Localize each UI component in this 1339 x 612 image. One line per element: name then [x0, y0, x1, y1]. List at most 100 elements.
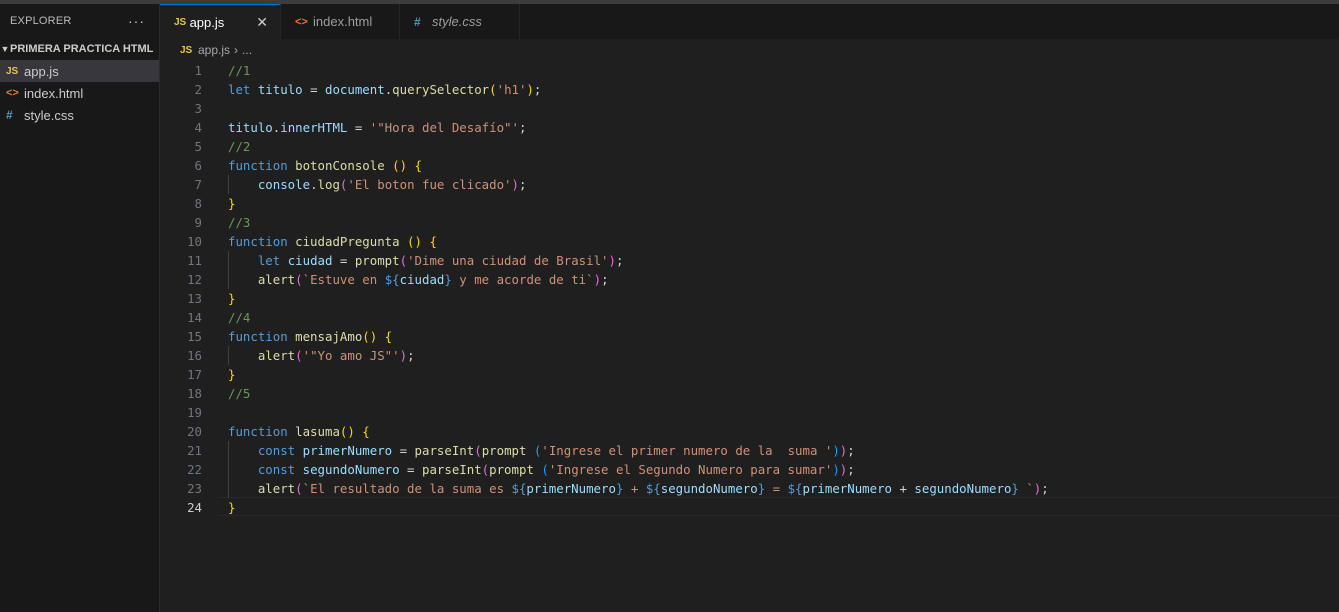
- code-token: (: [489, 82, 497, 97]
- code-token: titulo: [228, 120, 273, 135]
- code-line[interactable]: 7 console.log('El boton fue clicado');: [160, 175, 1339, 194]
- code-line[interactable]: 4 titulo.innerHTML = '"Hora del Desafío"'…: [160, 118, 1339, 137]
- code-line[interactable]: 1 //1: [160, 61, 1339, 80]
- javascript-file-icon: JS: [6, 65, 19, 77]
- code-token: }: [444, 272, 452, 287]
- code-token: ;: [601, 272, 609, 287]
- code-line[interactable]: 17}: [160, 365, 1339, 384]
- code-line[interactable]: 12 alert(`Estuve en ${ciudad} y me acord…: [160, 270, 1339, 289]
- code-token: prompt: [354, 253, 400, 268]
- code-token: //1: [228, 63, 251, 78]
- tab-label: index.html: [313, 14, 373, 29]
- folder-label: PRIMERA PRACTICA HTML: [10, 43, 154, 55]
- breadcrumb: JS app.js › ...: [180, 41, 252, 59]
- chevron-down-icon[interactable]: ▼: [0, 44, 10, 54]
- line-number: 1: [194, 63, 202, 78]
- code-token: }: [228, 367, 236, 382]
- breadcrumb-rest[interactable]: ...: [242, 43, 252, 57]
- more-actions-icon[interactable]: ···: [128, 14, 145, 28]
- code-token: =: [765, 481, 788, 496]
- tab-index-html[interactable]: <> index.html: [281, 4, 400, 39]
- code-token: parseInt: [421, 462, 482, 477]
- code-line[interactable]: 23 alert(`El resultado de la suma es ${p…: [160, 479, 1339, 498]
- code-token: innerHTML: [280, 120, 348, 135]
- code-line[interactable]: 9 //3: [160, 213, 1339, 232]
- code-token: ciudad: [399, 272, 445, 287]
- line-number: 19: [187, 405, 202, 420]
- code-token: titulo: [257, 82, 303, 97]
- code-token: (: [541, 462, 549, 477]
- explorer-title: EXPLORER: [10, 15, 72, 27]
- code-editor[interactable]: 1 //1 2 let titulo = document.querySelector…: [160, 61, 1339, 612]
- html-file-icon: <>: [295, 15, 308, 28]
- code-token: `Estuve en: [302, 272, 385, 287]
- code-line[interactable]: 10 function ciudadPregunta () {: [160, 232, 1339, 251]
- code-line[interactable]: 18 //5: [160, 384, 1339, 403]
- code-token: primerNumero: [802, 481, 893, 496]
- code-token: ciudad: [287, 253, 333, 268]
- file-item-app-js[interactable]: JS app.js: [0, 60, 159, 82]
- line-number: 4: [194, 120, 202, 135]
- close-icon[interactable]: ✕: [256, 14, 268, 31]
- code-token: ${: [787, 481, 803, 496]
- code-line[interactable]: 13}: [160, 289, 1339, 308]
- code-line[interactable]: 19: [160, 403, 1339, 422]
- code-line[interactable]: 6 function botonConsole () {: [160, 156, 1339, 175]
- code-text: //3: [228, 213, 250, 232]
- code-token: `El resultado de la suma es: [302, 481, 512, 496]
- file-item-index-html[interactable]: <> index.html: [0, 82, 159, 104]
- code-line[interactable]: 15 function mensajAmo() {: [160, 327, 1339, 346]
- file-label: index.html: [24, 85, 84, 101]
- line-number: 24: [187, 500, 202, 515]
- line-number: 10: [187, 234, 202, 249]
- tab-label: style.css: [432, 14, 482, 29]
- code-line[interactable]: 20 function lasuma() {: [160, 422, 1339, 441]
- code-token: //5: [228, 386, 251, 401]
- code-token: ;: [847, 443, 855, 458]
- line-number: 16: [187, 348, 202, 363]
- code-token: botonConsole: [295, 158, 393, 173]
- code-token: {: [362, 424, 370, 439]
- code-text: alert(`Estuve en ${ciudad} y me acorde d…: [228, 270, 609, 289]
- tab-style-css[interactable]: # style.css: [400, 4, 520, 39]
- code-token: alert: [257, 272, 296, 287]
- code-line[interactable]: 5 //2: [160, 137, 1339, 156]
- code-text: //5: [228, 384, 250, 403]
- code-line[interactable]: 8}: [160, 194, 1339, 213]
- line-number: 13: [187, 291, 202, 306]
- css-file-icon: #: [414, 14, 421, 29]
- code-token: ciudadPregunta: [295, 234, 408, 249]
- line-number: 21: [187, 443, 202, 458]
- code-line[interactable]: 2 let titulo = document.querySelector('h1…: [160, 80, 1339, 99]
- code-token: ): [832, 443, 840, 458]
- tab-app-js[interactable]: JS app.js ✕: [160, 4, 281, 39]
- code-token: ;: [518, 177, 527, 192]
- code-line[interactable]: 3: [160, 99, 1339, 118]
- code-token: ): [526, 82, 534, 97]
- code-line[interactable]: 24}: [160, 498, 1339, 517]
- code-token: {: [384, 329, 393, 344]
- breadcrumb-file[interactable]: app.js: [198, 43, 230, 57]
- code-token: 'Dime una ciudad de Brasil': [407, 253, 609, 268]
- javascript-file-icon: JS: [180, 44, 193, 56]
- code-line[interactable]: 11 let ciudad = prompt('Dime una ciudad …: [160, 251, 1339, 270]
- editor-tabs: JS app.js ✕ <> index.html # style.css: [160, 4, 1339, 39]
- code-text: function lasuma() {: [228, 422, 370, 441]
- code-line[interactable]: 14 //4: [160, 308, 1339, 327]
- code-text: //2: [228, 137, 250, 156]
- code-line[interactable]: 22 const segundoNumero = parseInt (prompt…: [160, 460, 1339, 479]
- folder-primera-practica[interactable]: ▼ PRIMERA PRACTICA HTML: [0, 38, 159, 60]
- code-token: ;: [518, 120, 527, 135]
- file-item-style-css[interactable]: # style.css: [0, 104, 159, 126]
- code-token: }: [228, 291, 236, 306]
- code-token: ): [608, 253, 616, 268]
- code-text: }: [228, 289, 235, 308]
- file-label: style.css: [24, 107, 74, 123]
- code-line[interactable]: 16 alert('"Yo amo JS"');: [160, 346, 1339, 365]
- code-token: =: [347, 120, 370, 135]
- code-line[interactable]: 21 const primerNumero = parseInt(prompt …: [160, 441, 1339, 460]
